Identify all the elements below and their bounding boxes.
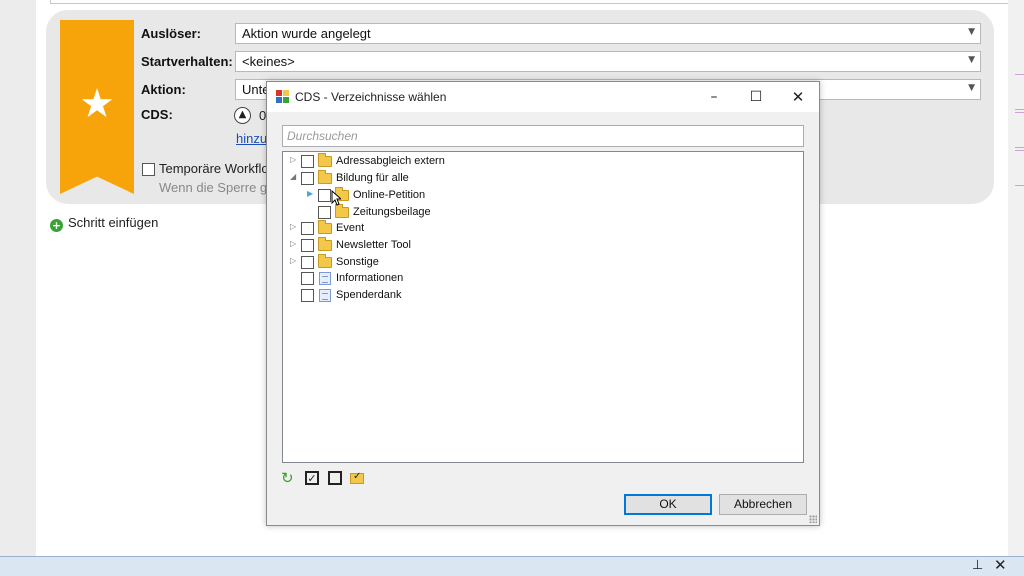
tree-item-label: Sonstige bbox=[336, 256, 379, 268]
collapse-up-icon[interactable]: ▲ bbox=[234, 107, 251, 124]
add-step-button[interactable]: + Schritt einfügen bbox=[50, 215, 158, 232]
document-icon bbox=[319, 272, 331, 285]
tree-item-label: Adressabgleich extern bbox=[336, 155, 445, 167]
tree-item-label: Event bbox=[336, 222, 365, 234]
collapse-arrow-icon[interactable]: ◢ bbox=[290, 172, 300, 181]
search-input[interactable]: Durchsuchen bbox=[282, 125, 804, 147]
tree-item-label: Informationen bbox=[336, 272, 404, 284]
folder-icon bbox=[318, 170, 332, 184]
trigger-label: Auslöser: bbox=[141, 26, 201, 41]
tree-checkbox[interactable] bbox=[301, 155, 314, 168]
chevron-down-icon: ▼ bbox=[968, 55, 975, 65]
cds-label: CDS: bbox=[141, 107, 173, 122]
ok-button[interactable]: OK bbox=[624, 494, 712, 515]
folder-icon bbox=[318, 220, 332, 234]
tree-checkbox[interactable] bbox=[301, 222, 314, 235]
start-behavior-label: Startverhalten: bbox=[141, 54, 233, 69]
minimize-icon[interactable]: – bbox=[699, 86, 729, 108]
tree-checkbox[interactable] bbox=[318, 189, 331, 202]
start-behavior-select[interactable]: <keines> ▼ bbox=[235, 51, 981, 72]
left-panel bbox=[0, 0, 36, 556]
status-bar bbox=[0, 556, 1024, 576]
cancel-button[interactable]: Abbrechen bbox=[719, 494, 807, 515]
temporary-workflow-label: Temporäre Workflo bbox=[159, 161, 269, 176]
resize-grip-icon[interactable] bbox=[809, 515, 817, 523]
expand-arrow-icon[interactable]: ▷ bbox=[290, 222, 300, 231]
tree-item-label: Zeitungsbeilage bbox=[353, 206, 431, 218]
start-behavior-value: <keines> bbox=[242, 54, 295, 69]
tree-item-label: Spenderdank bbox=[336, 289, 402, 301]
expand-arrow-icon[interactable]: ▷ bbox=[290, 155, 300, 164]
tree-checkbox[interactable] bbox=[301, 256, 314, 269]
tree-checkbox[interactable] bbox=[301, 172, 314, 185]
tree-checkbox[interactable] bbox=[301, 272, 314, 285]
tree-checkbox[interactable] bbox=[301, 289, 314, 302]
folder-check-icon[interactable] bbox=[350, 471, 364, 484]
document-icon bbox=[319, 289, 331, 302]
tree-item-label: Bildung für alle bbox=[336, 172, 409, 184]
expand-arrow-icon[interactable]: ▷ bbox=[290, 239, 300, 248]
refresh-icon[interactable]: ↻ bbox=[281, 470, 297, 486]
action-label: Aktion: bbox=[141, 82, 186, 97]
uncheck-all-icon[interactable] bbox=[328, 471, 342, 485]
dialog-titlebar: CDS - Verzeichnisse wählen – ☐ ✕ bbox=[267, 82, 819, 112]
plus-icon: + bbox=[50, 219, 63, 232]
pin-icon[interactable]: ⊥ bbox=[972, 558, 983, 573]
chevron-down-icon: ▼ bbox=[968, 27, 975, 37]
temporary-workflow-checkbox[interactable] bbox=[142, 163, 155, 176]
app-icon bbox=[276, 90, 290, 103]
trigger-value: Aktion wurde angelegt bbox=[242, 26, 371, 41]
trigger-select[interactable]: Aktion wurde angelegt ▼ bbox=[235, 23, 981, 44]
directory-tree[interactable]: ▷ Adressabgleich extern ◢ Bildung für al… bbox=[282, 151, 804, 463]
right-strip-mark bbox=[1015, 74, 1024, 110]
check-all-icon[interactable]: ✓ bbox=[305, 471, 319, 485]
dialog-title: CDS - Verzeichnisse wählen bbox=[295, 90, 447, 104]
maximize-icon[interactable]: ☐ bbox=[741, 86, 771, 108]
folder-icon bbox=[335, 204, 349, 218]
right-strip-mark bbox=[1015, 150, 1024, 186]
right-strip-mark bbox=[1015, 112, 1024, 148]
star-icon: ★ bbox=[79, 81, 115, 127]
expand-arrow-icon[interactable]: ▷ bbox=[290, 256, 300, 265]
add-step-label: Schritt einfügen bbox=[68, 215, 159, 230]
folder-icon bbox=[318, 237, 332, 251]
folder-icon bbox=[318, 254, 332, 268]
tree-checkbox[interactable] bbox=[301, 239, 314, 252]
close-icon[interactable]: ✕ bbox=[994, 556, 1007, 574]
tree-checkbox[interactable] bbox=[318, 206, 331, 219]
expand-arrow-icon[interactable]: ▶ bbox=[307, 189, 317, 198]
close-icon[interactable]: ✕ bbox=[783, 86, 813, 108]
previous-step-box bbox=[50, 0, 1010, 4]
chevron-down-icon: ▼ bbox=[968, 83, 975, 93]
temporary-workflow-hint: Wenn die Sperre g bbox=[159, 180, 268, 195]
folder-icon bbox=[318, 153, 332, 167]
tree-item-label: Newsletter Tool bbox=[336, 239, 411, 251]
add-cds-link[interactable]: hinzu bbox=[236, 131, 267, 146]
mouse-cursor-icon bbox=[331, 190, 341, 206]
tree-item-label: Online-Petition bbox=[353, 189, 426, 201]
cds-directory-dialog: CDS - Verzeichnisse wählen – ☐ ✕ Durchsu… bbox=[266, 81, 820, 526]
